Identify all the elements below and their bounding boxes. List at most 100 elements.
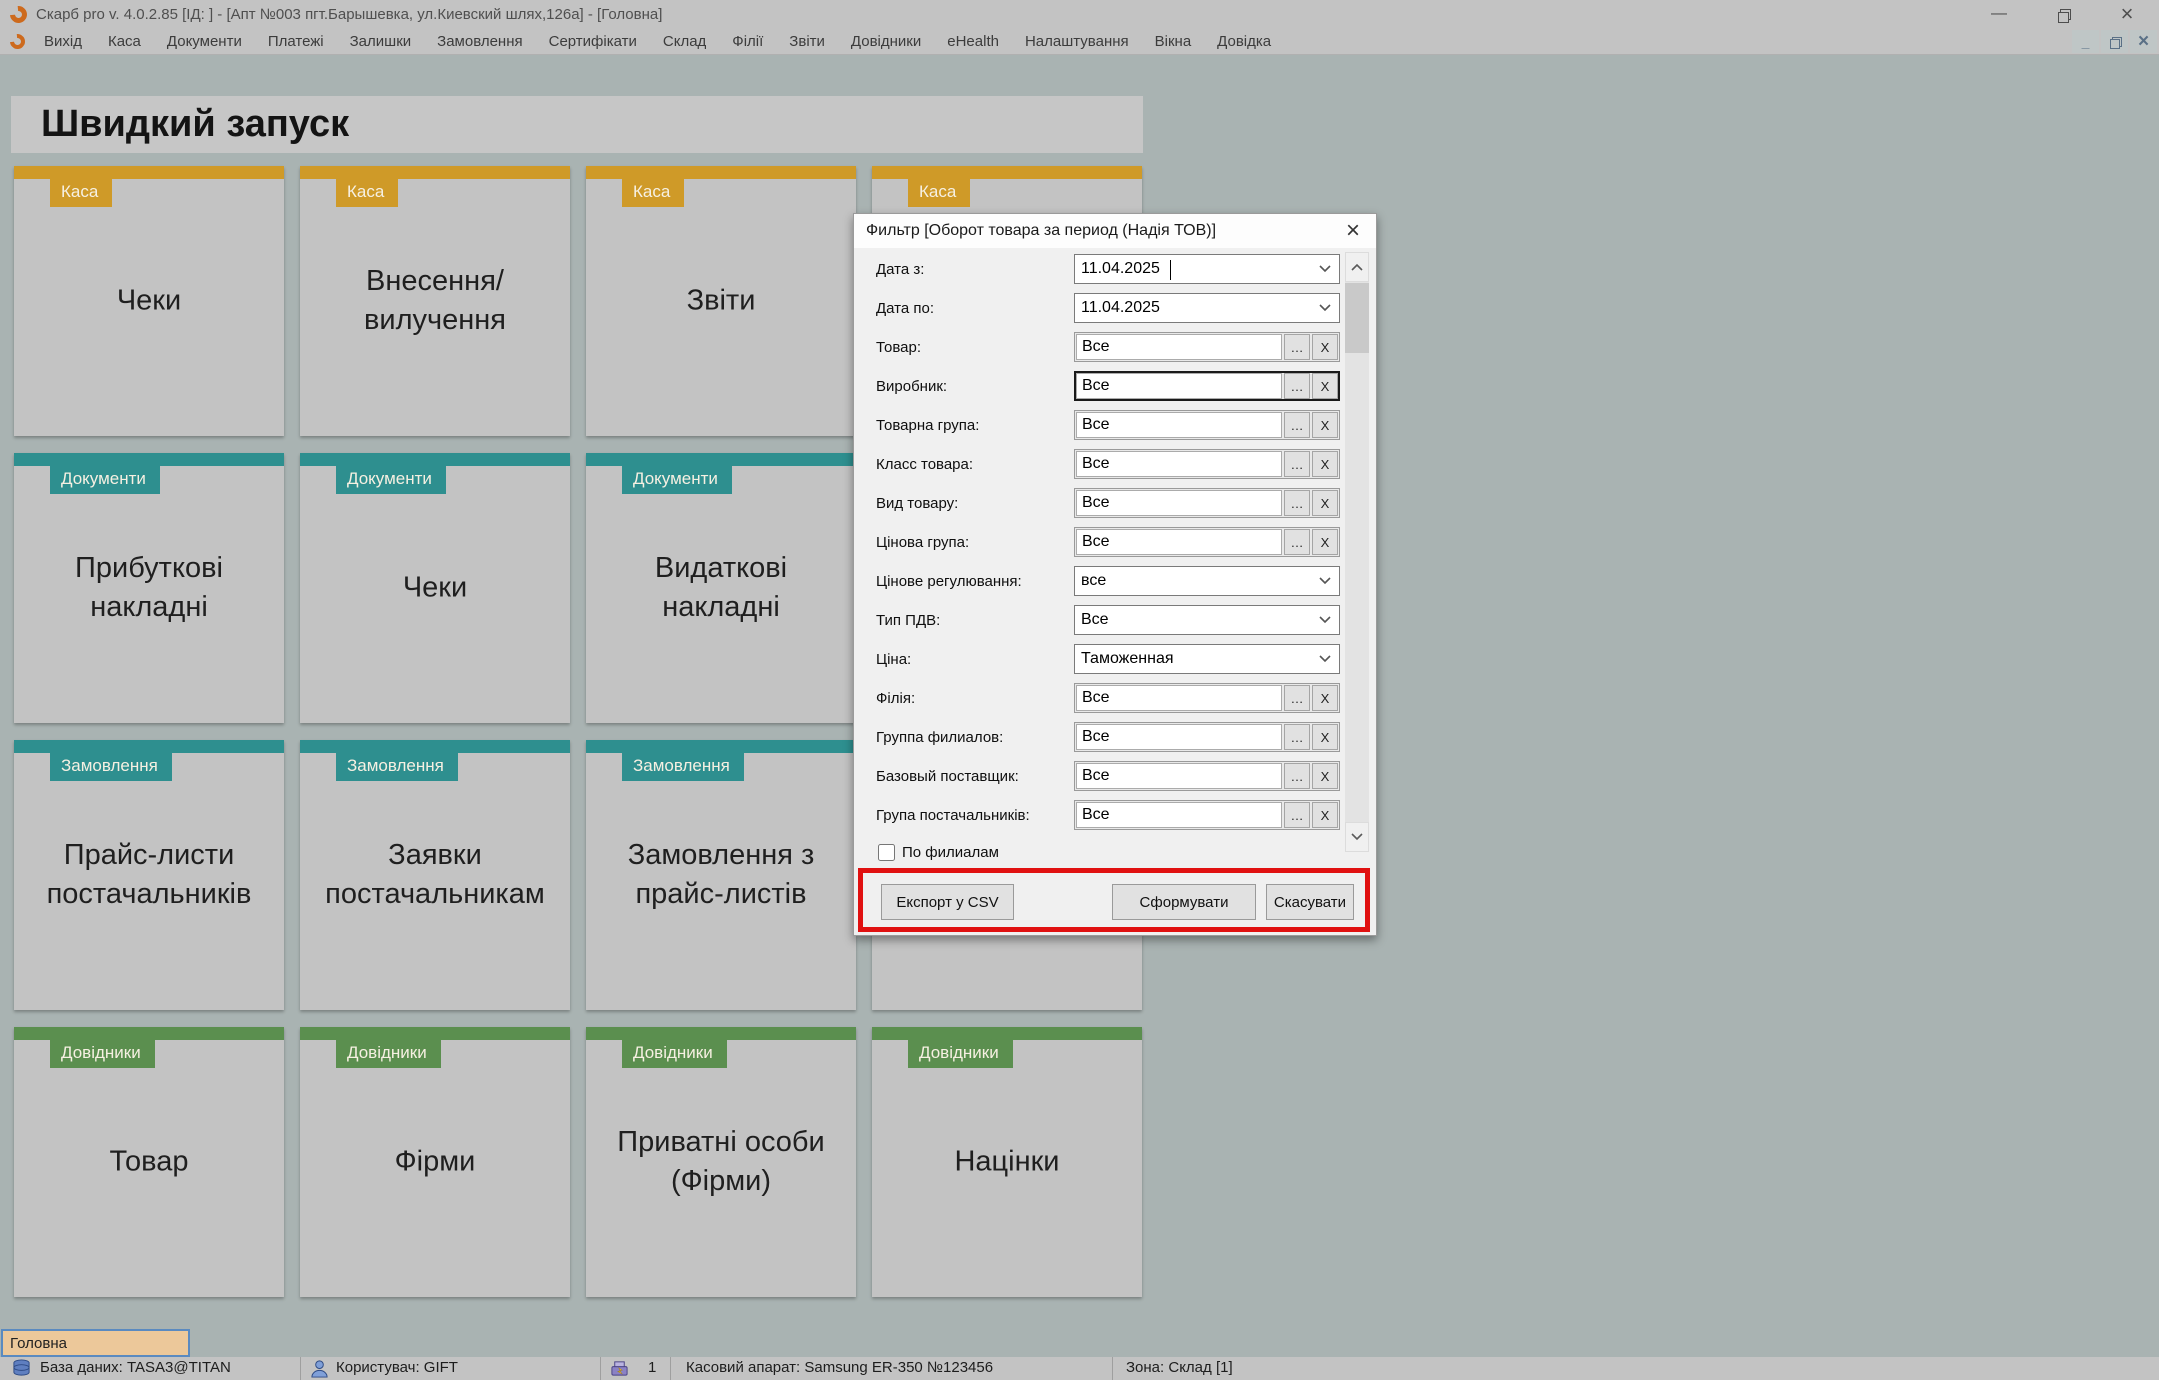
date-to-combobox[interactable] — [1074, 293, 1340, 323]
minimize-button[interactable]: — — [1967, 0, 2031, 28]
tile-zam-zaiavky[interactable]: Замовлення Заявки постачальникам — [300, 740, 570, 1010]
grupa-filialov-lookup[interactable]: … X — [1074, 722, 1340, 752]
vyrobnyk-input[interactable] — [1076, 373, 1282, 399]
tile-kasa-zvity[interactable]: Каса Звіти — [586, 166, 856, 436]
mdi-close-button[interactable]: × — [2130, 30, 2157, 53]
menu-zamovlennia[interactable]: Замовлення — [424, 29, 535, 54]
menu-nalashtuvannia[interactable]: Налаштування — [1012, 29, 1142, 54]
cancel-button[interactable]: Скасувати — [1266, 884, 1354, 920]
tab-holovna[interactable]: Головна — [1, 1329, 190, 1357]
vyrobnyk-lookup[interactable]: … X — [1074, 371, 1340, 401]
typ-pdv-combobox[interactable] — [1074, 605, 1340, 635]
vyd-tovaru-input[interactable] — [1076, 490, 1282, 516]
tile-dov-pryvatni-osoby[interactable]: Довідники Приватні особи (Фірми) — [586, 1027, 856, 1297]
vyd-tovaru-lookup[interactable]: … X — [1074, 488, 1340, 518]
dialog-title-bar[interactable]: Фильтр [Оборот товара за период (Надія Т… — [854, 214, 1376, 248]
generate-button[interactable]: Сформувати — [1112, 884, 1256, 920]
tile-kasa-cheky[interactable]: Каса Чеки — [14, 166, 284, 436]
mdi-restore-button[interactable] — [2101, 30, 2128, 53]
lookup-clear-button[interactable]: X — [1312, 802, 1338, 828]
tile-dov-tovar[interactable]: Довідники Товар — [14, 1027, 284, 1297]
tsina-combobox[interactable] — [1074, 644, 1340, 674]
klass-tovara-input[interactable] — [1076, 451, 1282, 477]
close-button[interactable]: × — [2095, 0, 2159, 28]
menu-dovidnyky[interactable]: Довідники — [838, 29, 934, 54]
lookup-clear-button[interactable]: X — [1312, 490, 1338, 516]
lookup-clear-button[interactable]: X — [1312, 529, 1338, 555]
restore-button[interactable] — [2031, 0, 2095, 28]
grupa-postachalnykiv-input[interactable] — [1076, 802, 1282, 828]
klass-tovara-lookup[interactable]: … X — [1074, 449, 1340, 479]
lookup-clear-button[interactable]: X — [1312, 763, 1338, 789]
menu-kasa[interactable]: Каса — [95, 29, 154, 54]
dialog-close-button[interactable]: × — [1342, 221, 1364, 241]
chevron-down-icon[interactable] — [1311, 265, 1339, 273]
lookup-more-button[interactable]: … — [1284, 763, 1310, 789]
dialog-scrollbar[interactable] — [1345, 252, 1369, 852]
tile-dov-natsinky[interactable]: Довідники Націнки — [872, 1027, 1142, 1297]
tsinove-reguliuvannia-combobox[interactable] — [1074, 566, 1340, 596]
tile-zam-z-price-lists[interactable]: Замовлення Замовлення з прайс-листів — [586, 740, 856, 1010]
lookup-more-button[interactable]: … — [1284, 412, 1310, 438]
lookup-more-button[interactable]: … — [1284, 685, 1310, 711]
lookup-more-button[interactable]: … — [1284, 334, 1310, 360]
menu-sklad[interactable]: Склад — [650, 29, 719, 54]
menu-vykhid[interactable]: Вихід — [31, 29, 95, 54]
tile-dok-vydatkovi[interactable]: Документи Видаткові накладні — [586, 453, 856, 723]
lookup-clear-button[interactable]: X — [1312, 412, 1338, 438]
lookup-more-button[interactable]: … — [1284, 373, 1310, 399]
tovarna-grupa-input[interactable] — [1076, 412, 1282, 438]
menu-vikna[interactable]: Вікна — [1142, 29, 1205, 54]
export-csv-button[interactable]: Експорт у CSV — [881, 884, 1014, 920]
tsinove-reguliuvannia-input[interactable] — [1075, 572, 1311, 590]
lookup-more-button[interactable]: … — [1284, 529, 1310, 555]
menu-zvity[interactable]: Звіти — [776, 29, 838, 54]
by-branches-checkbox[interactable] — [878, 844, 895, 861]
menu-dokumenty[interactable]: Документи — [154, 29, 255, 54]
date-from-input[interactable] — [1075, 260, 1311, 278]
menu-zalyshky[interactable]: Залишки — [337, 29, 425, 54]
menu-dovidka[interactable]: Довідка — [1204, 29, 1284, 54]
date-to-input[interactable] — [1075, 299, 1311, 317]
mdi-minimize-button[interactable]: _ — [2072, 30, 2099, 53]
menu-filii[interactable]: Філії — [719, 29, 776, 54]
tsina-input[interactable] — [1075, 650, 1311, 668]
lookup-more-button[interactable]: … — [1284, 451, 1310, 477]
menu-sertyfikaty[interactable]: Сертифікати — [536, 29, 650, 54]
filiia-lookup[interactable]: … X — [1074, 683, 1340, 713]
scrollbar-thumb[interactable] — [1345, 283, 1369, 353]
tsinova-grupa-input[interactable] — [1076, 529, 1282, 555]
scroll-down-icon[interactable] — [1345, 822, 1369, 852]
date-from-combobox[interactable] — [1074, 254, 1340, 284]
bazovyi-postavshchyk-input[interactable] — [1076, 763, 1282, 789]
filiia-input[interactable] — [1076, 685, 1282, 711]
tovarna-grupa-lookup[interactable]: … X — [1074, 410, 1340, 440]
lookup-more-button[interactable]: … — [1284, 802, 1310, 828]
lookup-clear-button[interactable]: X — [1312, 373, 1338, 399]
lookup-clear-button[interactable]: X — [1312, 685, 1338, 711]
chevron-down-icon[interactable] — [1311, 577, 1339, 585]
lookup-clear-button[interactable]: X — [1312, 334, 1338, 360]
lookup-clear-button[interactable]: X — [1312, 724, 1338, 750]
lookup-more-button[interactable]: … — [1284, 724, 1310, 750]
tile-dok-cheky[interactable]: Документи Чеки — [300, 453, 570, 723]
lookup-more-button[interactable]: … — [1284, 490, 1310, 516]
chevron-down-icon[interactable] — [1311, 655, 1339, 663]
typ-pdv-input[interactable] — [1075, 611, 1311, 629]
scroll-up-icon[interactable] — [1345, 252, 1369, 282]
bazovyi-postavshchyk-lookup[interactable]: … X — [1074, 761, 1340, 791]
tile-zam-price-lists[interactable]: Замовлення Прайс-листи постачальників — [14, 740, 284, 1010]
tile-dov-firmy[interactable]: Довідники Фірми — [300, 1027, 570, 1297]
grupa-postachalnykiv-lookup[interactable]: … X — [1074, 800, 1340, 830]
lookup-clear-button[interactable]: X — [1312, 451, 1338, 477]
menu-ehealth[interactable]: eHealth — [934, 29, 1012, 54]
chevron-down-icon[interactable] — [1311, 616, 1339, 624]
tile-dok-prybutkovi[interactable]: Документи Прибуткові накладні — [14, 453, 284, 723]
tsinova-grupa-lookup[interactable]: … X — [1074, 527, 1340, 557]
chevron-down-icon[interactable] — [1311, 304, 1339, 312]
tovar-input[interactable] — [1076, 334, 1282, 360]
tile-kasa-vnesennia[interactable]: Каса Внесення/вилучення — [300, 166, 570, 436]
menu-platezhi[interactable]: Платежі — [255, 29, 337, 54]
tovar-lookup[interactable]: … X — [1074, 332, 1340, 362]
grupa-filialov-input[interactable] — [1076, 724, 1282, 750]
